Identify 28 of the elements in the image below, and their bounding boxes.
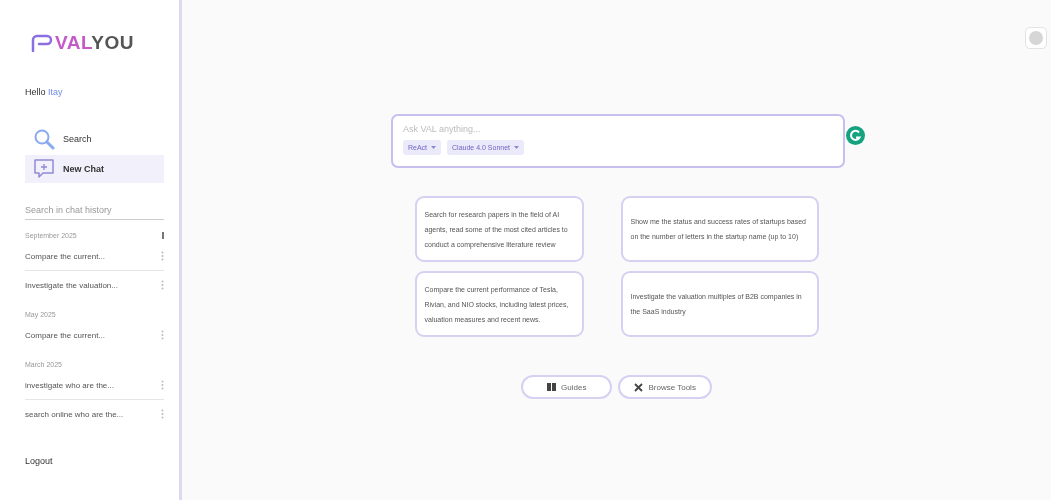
chat-plus-icon xyxy=(33,158,55,180)
chat-history-item[interactable]: investigate who are the... xyxy=(25,380,114,390)
nav-item[interactable]: New Chat xyxy=(25,155,164,183)
book-icon xyxy=(547,383,557,391)
scroll-indicator xyxy=(162,231,164,239)
more-icon[interactable] xyxy=(161,409,164,419)
chat-history-item[interactable]: Investigate the valuation... xyxy=(25,280,118,290)
caret-icon xyxy=(514,146,520,149)
logo-text: VALYOU xyxy=(55,32,135,54)
more-icon[interactable] xyxy=(161,330,164,340)
chat-history-item[interactable]: Compare the current... xyxy=(25,251,106,261)
more-icon[interactable] xyxy=(161,251,164,261)
action-button[interactable]: Browse Tools xyxy=(618,375,712,399)
nav-item[interactable]: Search xyxy=(25,125,164,153)
action-button[interactable]: Guides xyxy=(521,375,613,399)
logo-icon xyxy=(31,34,53,52)
greeting: Hello Itay xyxy=(25,87,64,97)
search-icon xyxy=(33,128,55,150)
tools-icon xyxy=(634,382,644,392)
history-search-field[interactable]: Search in chat history xyxy=(25,203,164,220)
caret-icon xyxy=(431,146,437,149)
more-icon[interactable] xyxy=(161,380,164,390)
profile-button[interactable] xyxy=(1025,27,1047,49)
assistant-badge-icon[interactable] xyxy=(846,126,865,145)
chat-history-item[interactable]: search online who are the... xyxy=(25,409,124,419)
logout-link[interactable]: Logout xyxy=(25,456,179,466)
more-icon[interactable] xyxy=(161,280,164,290)
chat-history-item[interactable]: Compare the current... xyxy=(25,330,106,340)
